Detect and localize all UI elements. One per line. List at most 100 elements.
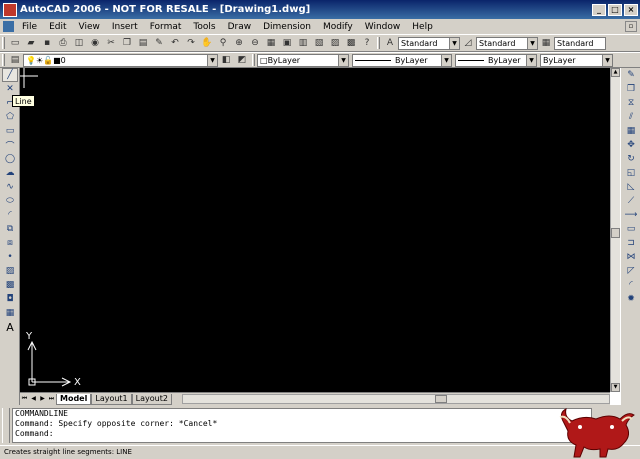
toolbar-grip[interactable] — [252, 54, 255, 66]
properties-icon[interactable]: ▦ — [264, 36, 278, 50]
sheet-set-icon[interactable]: ▧ — [312, 36, 326, 50]
paste-icon[interactable]: ▤ — [136, 36, 150, 50]
horizontal-scrollbar[interactable] — [181, 394, 610, 404]
help-icon[interactable]: ? — [360, 36, 374, 50]
first-tab-icon[interactable]: ⏮ — [20, 394, 29, 404]
make-block-icon[interactable]: ⧈ — [2, 236, 18, 250]
chamfer-icon[interactable]: ◸ — [623, 264, 639, 278]
layer-manager-icon[interactable]: ▤ — [8, 53, 22, 67]
scroll-down-icon[interactable]: ▼ — [611, 383, 620, 392]
save-icon[interactable]: ▪ — [40, 36, 54, 50]
tab-layout2[interactable]: Layout2 — [131, 393, 172, 405]
join-icon[interactable]: ⋈ — [623, 250, 639, 264]
command-line[interactable]: COMMANDLINE Command: Specify opposite co… — [12, 408, 592, 443]
menu-draw[interactable]: Draw — [222, 22, 258, 32]
lineweight-select[interactable]: ByLayer ▼ — [455, 53, 537, 67]
menu-insert[interactable]: Insert — [106, 22, 144, 32]
hatch-icon[interactable]: ▨ — [2, 264, 18, 278]
menu-window[interactable]: Window — [359, 22, 407, 32]
scroll-thumb[interactable] — [434, 395, 447, 403]
next-tab-icon[interactable]: ▶ — [38, 394, 47, 404]
menu-dimension[interactable]: Dimension — [257, 22, 317, 32]
command-window-grip[interactable] — [2, 408, 10, 443]
rotate-icon[interactable]: ↻ — [623, 152, 639, 166]
extend-icon[interactable]: ⟶ — [623, 208, 639, 222]
minimize-button[interactable]: _ — [592, 3, 606, 16]
restore-document-button[interactable]: ▫ — [625, 21, 637, 32]
layer-previous-icon[interactable]: ◩ — [235, 53, 249, 67]
last-tab-icon[interactable]: ⏭ — [47, 394, 56, 404]
publish-icon[interactable]: ◉ — [88, 36, 102, 50]
dim-style-select[interactable]: Standard ▼ — [476, 36, 538, 50]
gradient-icon[interactable]: ▩ — [2, 278, 18, 292]
autocad-app-icon[interactable] — [3, 2, 17, 17]
line-icon[interactable]: ╱ — [2, 68, 18, 82]
polygon-icon[interactable]: ⬠ — [2, 110, 18, 124]
text-style-select[interactable]: Standard ▼ — [398, 36, 460, 50]
menu-tools[interactable]: Tools — [187, 22, 221, 32]
ellipse-arc-icon[interactable]: ◜ — [2, 208, 18, 222]
array-icon[interactable]: ▦ — [623, 124, 639, 138]
zoom-realtime-icon[interactable]: ⚲ — [216, 36, 230, 50]
print-preview-icon[interactable]: ◫ — [72, 36, 86, 50]
menu-modify[interactable]: Modify — [317, 22, 359, 32]
break-at-point-icon[interactable]: ▭ — [623, 222, 639, 236]
pan-icon[interactable]: ✋ — [200, 36, 214, 50]
color-select[interactable]: □ ByLayer ▼ — [257, 53, 349, 67]
dim-style-icon[interactable]: ◿ — [461, 36, 475, 50]
fillet-icon[interactable]: ◜ — [623, 278, 639, 292]
tab-model[interactable]: Model — [56, 393, 92, 405]
zoom-previous-icon[interactable]: ⊖ — [248, 36, 262, 50]
match-properties-icon[interactable]: ✎ — [152, 36, 166, 50]
table-style-select[interactable]: Standard — [554, 36, 606, 50]
explode-icon[interactable]: ✹ — [623, 292, 639, 306]
plot-style-select[interactable]: ByLayer ▼ — [540, 53, 613, 67]
design-center-icon[interactable]: ▣ — [280, 36, 294, 50]
toolbar-grip[interactable] — [2, 37, 5, 49]
scroll-thumb[interactable] — [611, 228, 620, 238]
vertical-scrollbar[interactable]: ▲ ▼ — [610, 68, 620, 392]
arc-icon[interactable]: ⌒ — [2, 138, 18, 152]
stretch-icon[interactable]: ◺ — [623, 180, 639, 194]
tab-layout1[interactable]: Layout1 — [91, 393, 132, 405]
close-button[interactable]: × — [624, 3, 638, 16]
linetype-select[interactable]: ByLayer ▼ — [352, 53, 452, 67]
toolbar-grip[interactable] — [2, 54, 5, 66]
multiline-text-icon[interactable]: A — [2, 320, 18, 334]
rectangle-icon[interactable]: ▭ — [2, 124, 18, 138]
command-prompt[interactable]: Command: — [15, 429, 591, 439]
copy-icon[interactable]: ❐ — [120, 36, 134, 50]
ellipse-icon[interactable]: ⬭ — [2, 194, 18, 208]
region-icon[interactable]: ◘ — [2, 292, 18, 306]
erase-icon[interactable]: ✎ — [623, 68, 639, 82]
construction-line-icon[interactable]: ✕ — [2, 82, 18, 96]
trim-icon[interactable]: ⟋ — [623, 194, 639, 208]
circle-icon[interactable]: ◯ — [2, 152, 18, 166]
revision-cloud-icon[interactable]: ☁ — [2, 166, 18, 180]
scale-icon[interactable]: ◱ — [623, 166, 639, 180]
spline-icon[interactable]: ∿ — [2, 180, 18, 194]
tool-palettes-icon[interactable]: ▥ — [296, 36, 310, 50]
insert-block-icon[interactable]: ⧉ — [2, 222, 18, 236]
markup-icon[interactable]: ▨ — [328, 36, 342, 50]
open-folder-icon[interactable]: ▰ — [24, 36, 38, 50]
toolbar-grip[interactable] — [377, 37, 380, 49]
break-icon[interactable]: ⊐ — [623, 236, 639, 250]
scroll-up-icon[interactable]: ▲ — [611, 68, 620, 77]
layer-select[interactable]: 💡☀🔓■ 0 ▼ — [23, 53, 218, 67]
undo-icon[interactable]: ↶ — [168, 36, 182, 50]
menu-edit[interactable]: Edit — [43, 22, 72, 32]
document-icon[interactable] — [3, 21, 14, 32]
zoom-window-icon[interactable]: ⊕ — [232, 36, 246, 50]
text-style-icon[interactable]: A — [383, 36, 397, 50]
menu-file[interactable]: File — [16, 22, 43, 32]
copy-object-icon[interactable]: ❐ — [623, 82, 639, 96]
previous-tab-icon[interactable]: ◀ — [29, 394, 38, 404]
new-file-icon[interactable]: ▭ — [8, 36, 22, 50]
table-style-icon[interactable]: ▦ — [539, 36, 553, 50]
print-icon[interactable]: ⎙ — [56, 36, 70, 50]
calculator-icon[interactable]: ▩ — [344, 36, 358, 50]
menu-help[interactable]: Help — [406, 22, 439, 32]
move-icon[interactable]: ✥ — [623, 138, 639, 152]
menu-view[interactable]: View — [73, 22, 106, 32]
